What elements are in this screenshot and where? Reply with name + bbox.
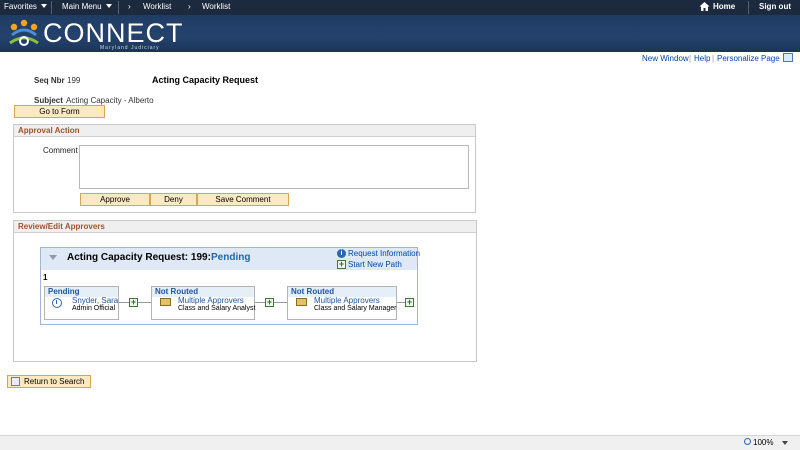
connect-logo-icon bbox=[6, 19, 42, 53]
favorites-menu[interactable]: Favorites bbox=[4, 2, 47, 11]
review-approvers-header: Review/Edit Approvers bbox=[14, 221, 476, 233]
nav-divider bbox=[51, 1, 52, 14]
home-icon bbox=[699, 1, 710, 14]
flow-arrow bbox=[138, 302, 151, 303]
subject-value: Acting Capacity - Alberto bbox=[66, 96, 154, 105]
save-comment-button[interactable]: Save Comment bbox=[197, 193, 289, 206]
zoom-dropdown-icon[interactable] bbox=[782, 441, 788, 445]
breadcrumb-worklist-current[interactable]: Worklist bbox=[202, 2, 230, 11]
page-title: Acting Capacity Request bbox=[152, 75, 259, 85]
breadcrumb-arrow-icon: › bbox=[128, 2, 131, 11]
seq-nbr-value: 199 bbox=[67, 76, 81, 85]
step-approver-role: Admin Official bbox=[72, 305, 116, 312]
main-menu-label: Main Menu bbox=[62, 2, 102, 11]
step-approver-name[interactable]: Multiple Approvers bbox=[314, 296, 380, 305]
caret-down-icon bbox=[40, 4, 47, 8]
clock-hand bbox=[56, 300, 57, 304]
approval-map-title: Acting Capacity Request: 199: bbox=[67, 252, 211, 263]
deny-button[interactable]: Deny bbox=[150, 193, 197, 206]
home-link[interactable]: Home bbox=[713, 2, 735, 11]
search-list-icon bbox=[11, 377, 20, 386]
comment-label: Comment bbox=[43, 146, 78, 155]
approve-button[interactable]: Approve bbox=[80, 193, 150, 206]
zoom-level[interactable]: 100% bbox=[753, 438, 773, 447]
go-to-form-button[interactable]: Go to Form bbox=[14, 105, 105, 118]
step-approver-role: Class and Salary Manager bbox=[314, 305, 397, 312]
zoom-icon bbox=[744, 438, 751, 445]
nav-divider bbox=[118, 1, 119, 14]
insert-approver-icon[interactable]: + bbox=[265, 298, 274, 307]
favorites-label: Favorites bbox=[4, 2, 37, 11]
flow-arrow bbox=[397, 302, 405, 303]
insert-approver-icon[interactable]: + bbox=[129, 298, 138, 307]
info-icon: i bbox=[337, 249, 346, 258]
approval-action-header: Approval Action bbox=[14, 125, 475, 137]
collapse-triangle-icon[interactable] bbox=[49, 255, 57, 260]
new-window-link[interactable]: New Window bbox=[642, 54, 689, 63]
breadcrumb-arrow-icon: › bbox=[188, 2, 191, 11]
add-path-icon: + bbox=[337, 259, 346, 269]
link-divider: | bbox=[712, 54, 715, 63]
return-to-search-label: Return to Search bbox=[24, 377, 85, 386]
insert-approver-icon[interactable]: + bbox=[405, 298, 414, 307]
customize-icon[interactable] bbox=[783, 53, 793, 62]
link-divider: | bbox=[689, 54, 692, 63]
personalize-page-link[interactable]: Personalize Page bbox=[717, 54, 780, 63]
step-approver-name[interactable]: Snyder, Sara bbox=[72, 296, 118, 305]
step-approver-name[interactable]: Multiple Approvers bbox=[178, 296, 244, 305]
step-approver-role: Class and Salary Analyst bbox=[178, 305, 256, 312]
logo-subtitle: Maryland Judiciary bbox=[100, 45, 160, 51]
top-nav-bar: Favorites Main Menu › Worklist › Worklis… bbox=[0, 0, 800, 15]
approvers-group-icon bbox=[296, 298, 307, 306]
subject-label: Subject bbox=[34, 96, 63, 105]
return-to-search-button[interactable]: Return to Search bbox=[7, 375, 91, 388]
main-menu[interactable]: Main Menu bbox=[62, 2, 112, 11]
start-new-path-link[interactable]: Start New Path bbox=[348, 260, 402, 269]
help-link[interactable]: Help bbox=[694, 54, 710, 63]
seq-nbr-label: Seq Nbr bbox=[34, 76, 65, 85]
approval-map-status: Pending bbox=[211, 252, 251, 263]
flow-arrow bbox=[255, 302, 265, 303]
comment-textarea[interactable] bbox=[79, 145, 469, 189]
browser-status-bar bbox=[0, 435, 800, 450]
flow-arrow bbox=[274, 302, 287, 303]
sign-out-link[interactable]: Sign out bbox=[759, 2, 791, 11]
path-number: 1 bbox=[43, 273, 48, 282]
caret-down-icon bbox=[105, 4, 112, 8]
request-information-link[interactable]: Request Information bbox=[348, 249, 420, 258]
breadcrumb-worklist[interactable]: Worklist bbox=[143, 2, 171, 11]
clock-icon bbox=[52, 298, 62, 308]
flow-arrow bbox=[119, 302, 129, 303]
approvers-group-icon bbox=[160, 298, 171, 306]
nav-divider bbox=[748, 1, 749, 14]
